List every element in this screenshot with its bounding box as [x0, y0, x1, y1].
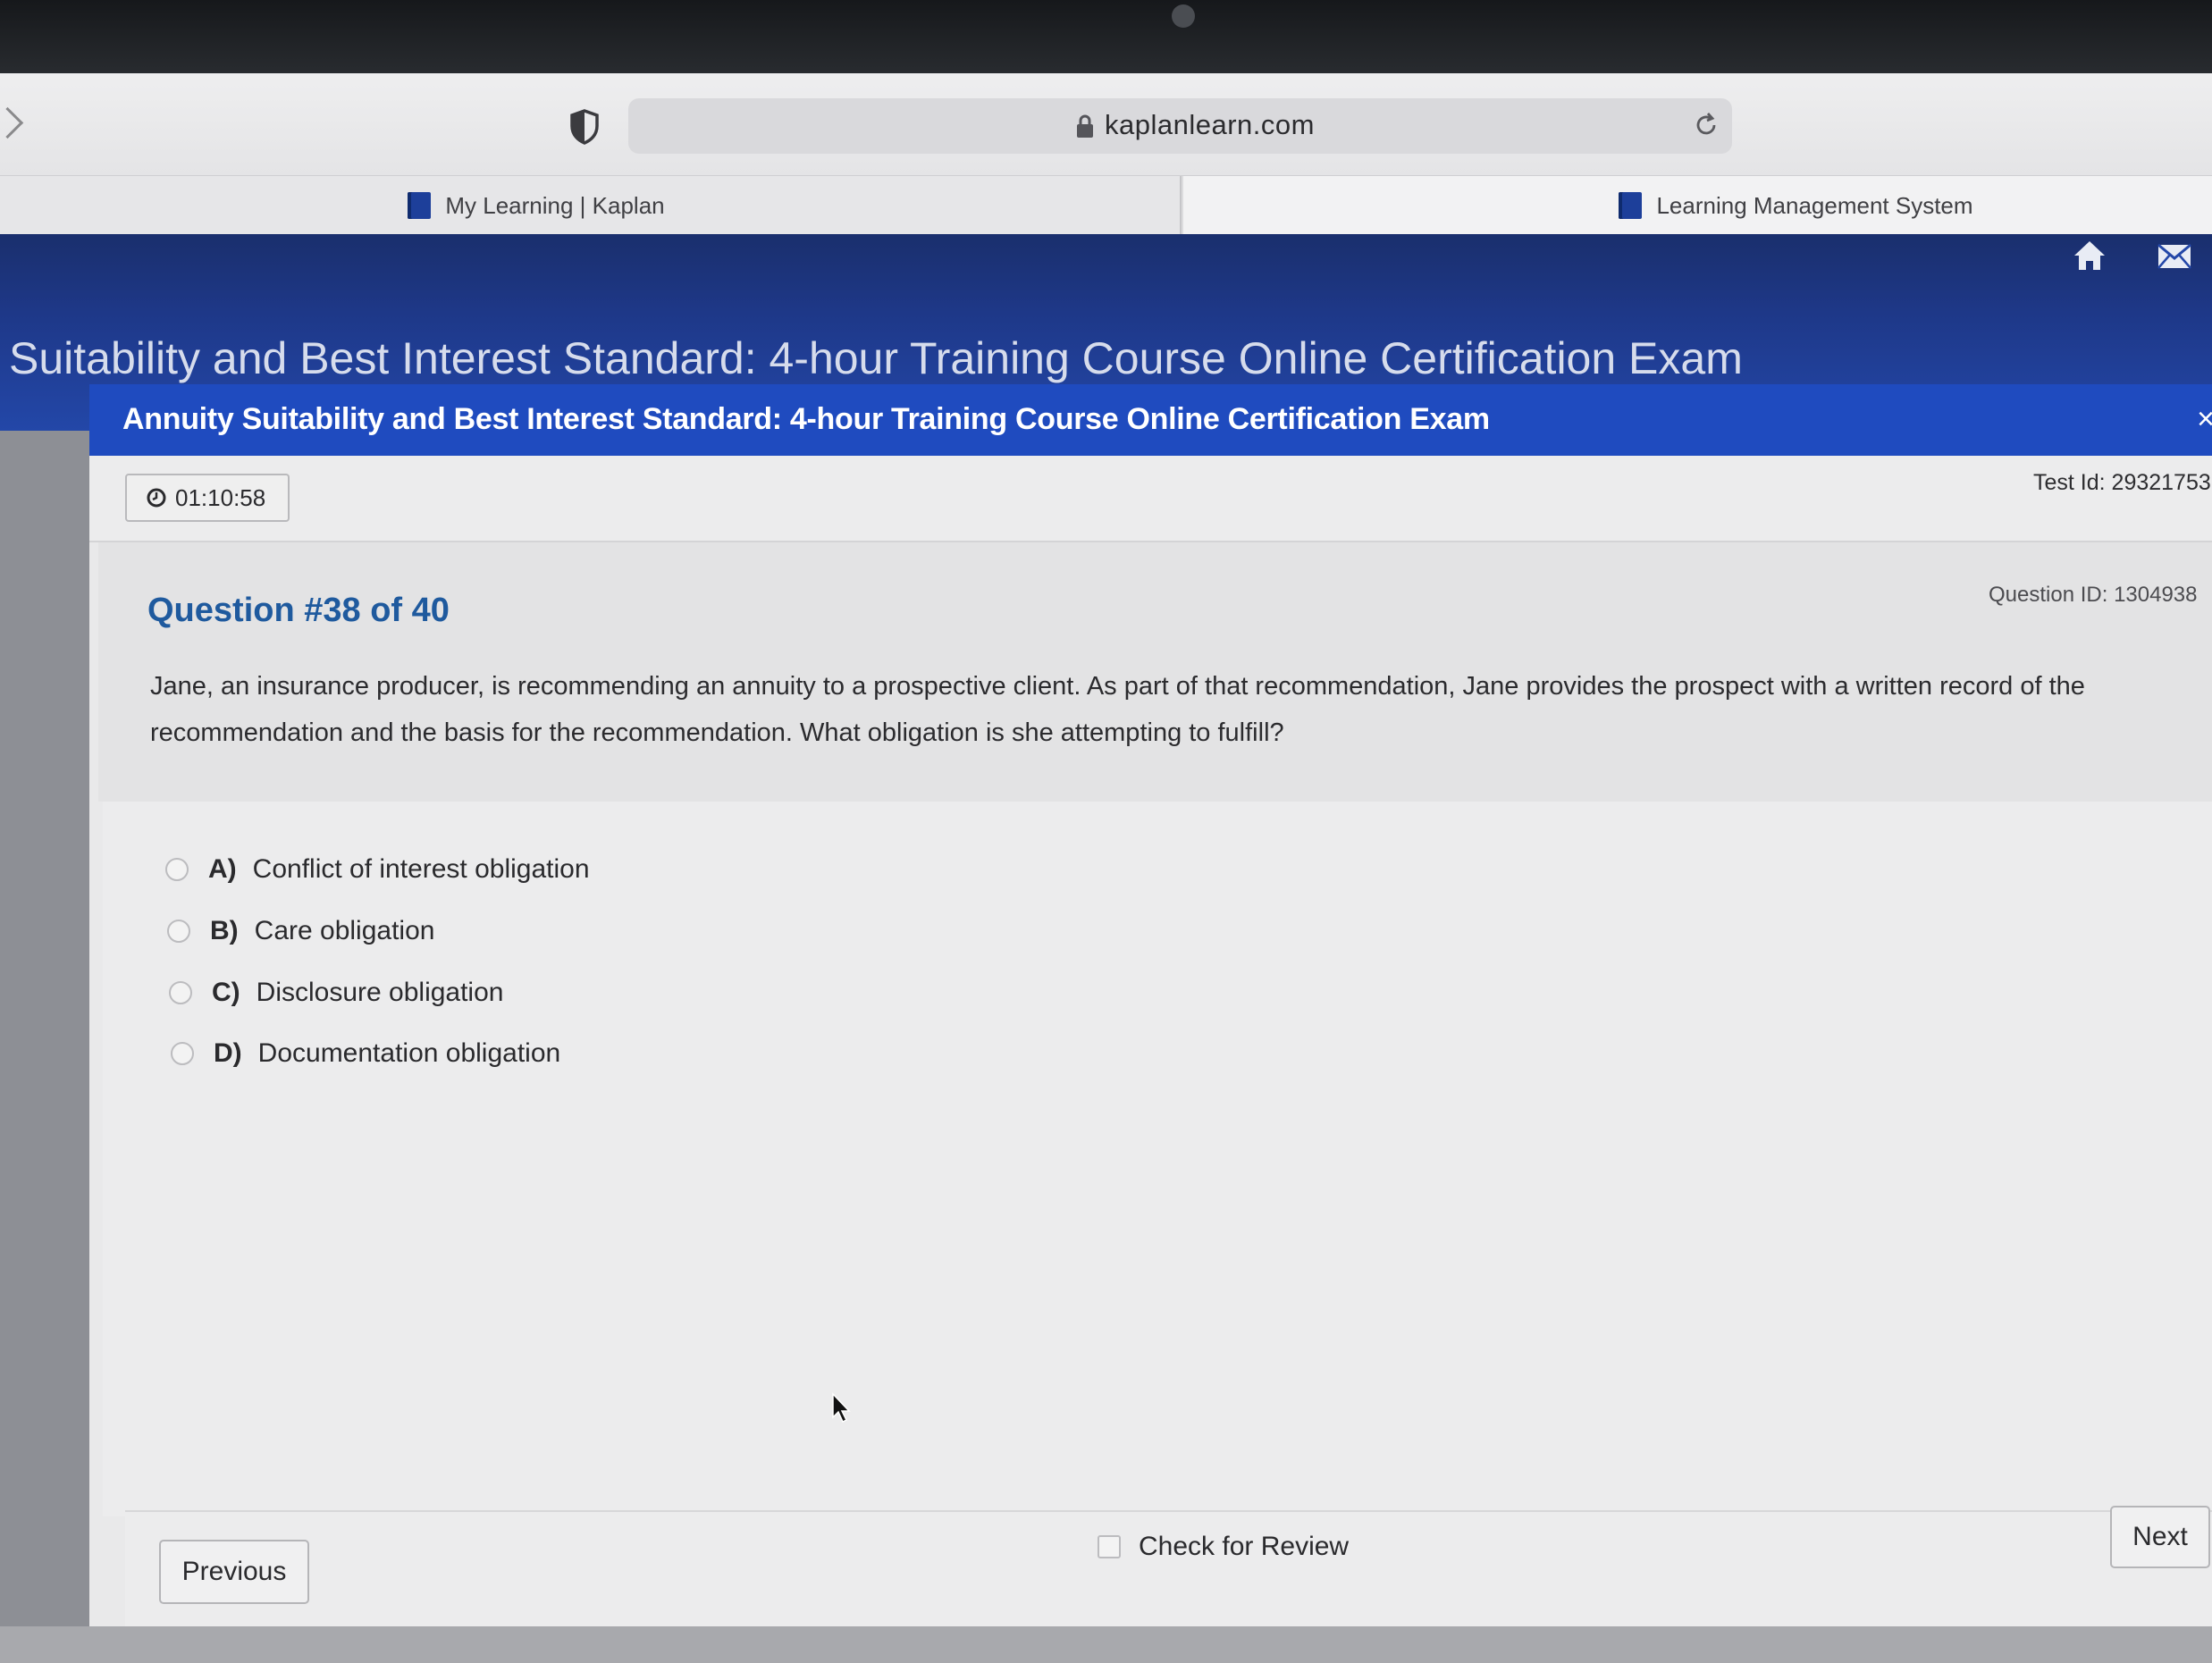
- timer-value: 01:10:58: [175, 483, 266, 511]
- address-bar[interactable]: kaplanlearn.com: [628, 98, 1732, 154]
- exam-banner: Annuity Suitability and Best Interest St…: [89, 384, 2212, 456]
- tab-bar: My Learning | Kaplan Learning Management…: [0, 175, 2212, 235]
- option-letter: D): [214, 1038, 242, 1068]
- book-icon: [1619, 192, 1643, 219]
- radio-button[interactable]: [165, 858, 189, 881]
- option-letter: A): [208, 854, 237, 884]
- question-title: Question #38 of 40: [147, 592, 450, 629]
- answer-option-c[interactable]: C) Disclosure obligation: [169, 978, 503, 1008]
- book-icon: [408, 192, 432, 219]
- radio-button[interactable]: [167, 920, 190, 943]
- check-for-review[interactable]: Check for Review: [1098, 1532, 1349, 1562]
- radio-button[interactable]: [171, 1042, 194, 1065]
- radio-button[interactable]: [169, 981, 192, 1004]
- tab-learning-management-system[interactable]: Learning Management System: [1183, 176, 2212, 235]
- option-letter: B): [210, 916, 239, 945]
- bottom-strip: [0, 1626, 2212, 1663]
- lock-icon: [1077, 114, 1093, 138]
- page-title: Suitability and Best Interest Standard: …: [9, 333, 1743, 383]
- screen: kaplanlearn.com My Learning | Kaplan Lea…: [0, 0, 2212, 1663]
- review-label: Check for Review: [1139, 1532, 1350, 1561]
- answer-option-b[interactable]: B) Care obligation: [167, 916, 434, 946]
- shield-icon[interactable]: [569, 109, 600, 145]
- home-icon[interactable]: [2072, 238, 2107, 273]
- timer: 01:10:58: [125, 474, 290, 522]
- monitor-bezel: [0, 0, 2212, 80]
- previous-button[interactable]: Previous: [159, 1540, 309, 1604]
- tab-label: Learning Management System: [1656, 191, 1973, 219]
- mail-icon[interactable]: [2157, 243, 2192, 270]
- close-icon[interactable]: ×: [2197, 402, 2212, 437]
- reload-icon[interactable]: [1692, 111, 1720, 139]
- answer-option-d[interactable]: D) Documentation obligation: [171, 1038, 560, 1069]
- answers-area: [103, 802, 2212, 1516]
- answer-option-a[interactable]: A) Conflict of interest obligation: [165, 854, 590, 885]
- next-button[interactable]: Next: [2110, 1506, 2210, 1568]
- clock-icon: [147, 488, 166, 508]
- exam-title: Annuity Suitability and Best Interest St…: [122, 402, 1490, 436]
- camera-dot: [1172, 4, 1195, 28]
- tab-my-learning[interactable]: My Learning | Kaplan: [0, 176, 1182, 235]
- option-label: Documentation obligation: [257, 1038, 561, 1068]
- option-label: Disclosure obligation: [256, 978, 504, 1007]
- option-label: Care obligation: [254, 916, 435, 945]
- question-text: Jane, an insurance producer, is recommen…: [150, 672, 2085, 747]
- exam-footer: [125, 1510, 2212, 1628]
- review-checkbox[interactable]: [1098, 1535, 1121, 1558]
- mouse-cursor-icon: [832, 1392, 851, 1424]
- option-letter: C): [212, 978, 240, 1007]
- question-id: Question ID: 1304938: [1989, 583, 2198, 607]
- exam-info-bar: 01:10:58 Test Id: 29321753: [89, 456, 2212, 542]
- url-text: kaplanlearn.com: [1105, 109, 1315, 140]
- test-id: Test Id: 29321753: [2033, 470, 2211, 495]
- option-label: Conflict of interest obligation: [252, 854, 590, 884]
- tab-label: My Learning | Kaplan: [445, 191, 665, 219]
